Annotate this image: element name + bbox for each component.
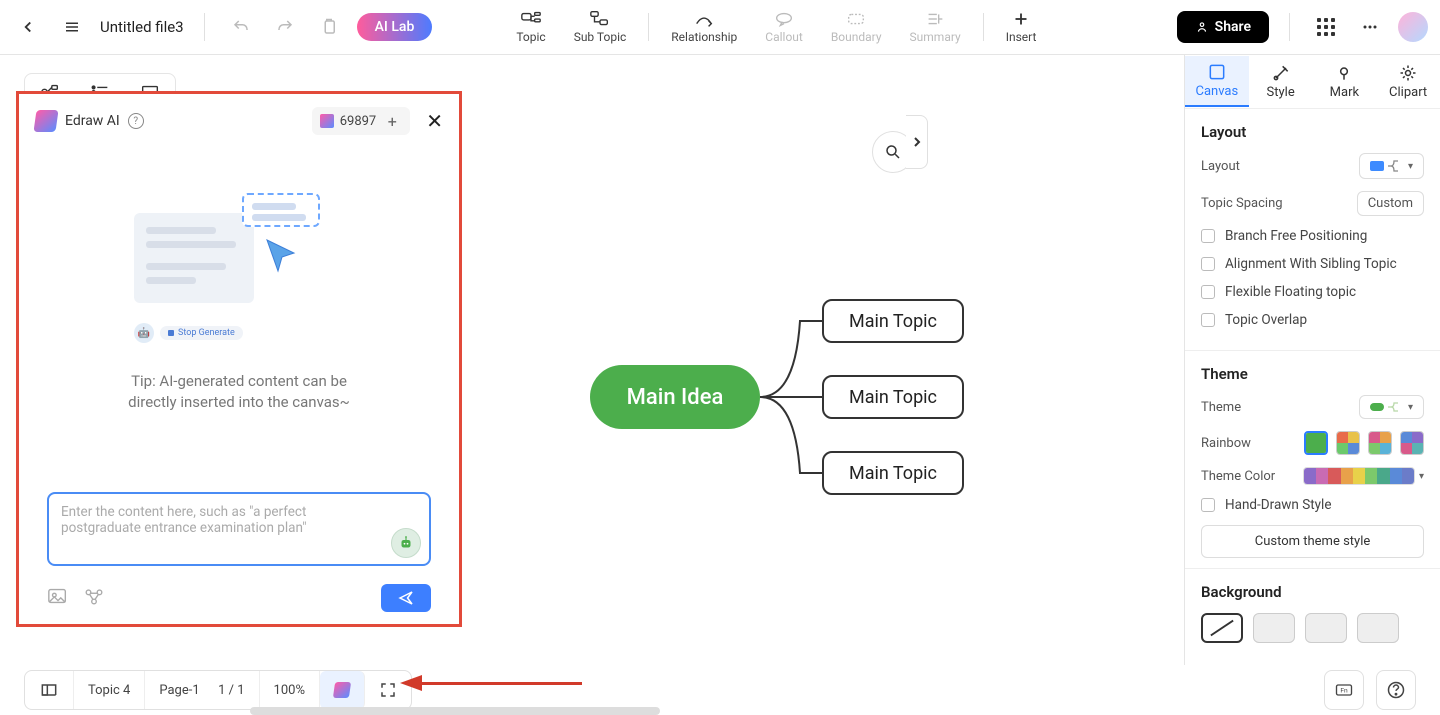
- theme-color-label: Theme Color: [1201, 469, 1275, 484]
- mindmap: Main Idea Main Topic Main Topic Main Top…: [570, 275, 990, 515]
- layout-selector[interactable]: ▾: [1359, 153, 1424, 179]
- checkbox-branch-free[interactable]: Branch Free Positioning: [1201, 228, 1424, 244]
- theme-section-title: Theme: [1201, 365, 1424, 383]
- checkbox-hand-drawn[interactable]: Hand-Drawn Style: [1201, 497, 1424, 513]
- ai-lab-button[interactable]: AI Lab: [357, 13, 433, 41]
- more-button[interactable]: [1354, 11, 1386, 43]
- divider: [983, 13, 984, 41]
- shortcuts-button[interactable]: Fn: [1324, 670, 1364, 710]
- page-indicator[interactable]: Page-1 1 / 1: [145, 671, 259, 709]
- topic-node[interactable]: Main Topic: [822, 451, 964, 495]
- bg-option[interactable]: [1253, 613, 1295, 643]
- send-button[interactable]: [381, 584, 431, 612]
- layout-section-title: Layout: [1201, 123, 1424, 141]
- tool-relationship[interactable]: Relationship: [657, 6, 751, 48]
- help-icon[interactable]: ?: [128, 113, 144, 129]
- bg-option-none[interactable]: [1201, 613, 1243, 643]
- redo-button[interactable]: [269, 11, 301, 43]
- add-credits-button[interactable]: +: [382, 111, 402, 131]
- rainbow-option[interactable]: [1400, 431, 1424, 455]
- image-input-icon[interactable]: [47, 586, 69, 610]
- menu-button[interactable]: [56, 11, 88, 43]
- expand-panel-button[interactable]: [906, 115, 928, 169]
- topic-node[interactable]: Main Topic: [822, 375, 964, 419]
- tool-boundary[interactable]: Boundary: [817, 6, 896, 48]
- topic-spacing-selector[interactable]: Custom: [1357, 191, 1424, 216]
- ai-tip-text: Tip: AI-generated content can be directl…: [128, 371, 350, 413]
- ai-assistant-avatar-icon[interactable]: [391, 528, 421, 558]
- file-title[interactable]: Untitled file3: [100, 18, 184, 36]
- cursor-icon: [262, 235, 302, 275]
- back-button[interactable]: [12, 11, 44, 43]
- tool-subtopic[interactable]: Sub Topic: [560, 6, 641, 48]
- help-button[interactable]: [1376, 670, 1416, 710]
- tab-clipart[interactable]: Clipart: [1376, 57, 1440, 106]
- tab-style[interactable]: Style: [1249, 57, 1313, 106]
- share-button[interactable]: Share: [1177, 11, 1269, 43]
- zoom-level[interactable]: 100%: [260, 671, 320, 709]
- rainbow-label: Rainbow: [1201, 436, 1251, 451]
- custom-theme-button[interactable]: Custom theme style: [1201, 525, 1424, 558]
- divider: [648, 13, 649, 41]
- tool-callout[interactable]: Callout: [751, 6, 817, 48]
- tab-mark[interactable]: Mark: [1313, 57, 1377, 106]
- properties-panel: Canvas Style Mark Clipart Layout Layout: [1184, 55, 1440, 665]
- status-bar: Topic 4 Page-1 1 / 1 100%: [24, 670, 412, 710]
- background-section-title: Background: [1201, 583, 1424, 601]
- edraw-ai-logo-icon: [33, 110, 58, 132]
- tool-summary[interactable]: Summary: [896, 6, 975, 48]
- topic-count[interactable]: Topic 4: [74, 671, 145, 709]
- bg-option[interactable]: [1305, 613, 1347, 643]
- layout-icon: [1370, 158, 1402, 174]
- horizontal-scrollbar[interactable]: [250, 707, 660, 715]
- rainbow-option[interactable]: [1368, 431, 1392, 455]
- undo-button[interactable]: [225, 11, 257, 43]
- robot-icon: 🤖: [134, 323, 154, 343]
- theme-icon: [1370, 400, 1402, 414]
- theme-selector[interactable]: ▾: [1359, 395, 1424, 419]
- ai-illustration: 🤖 Stop Generate: [134, 193, 344, 323]
- ai-toggle-button[interactable]: [320, 671, 365, 709]
- layout-label: Layout: [1201, 159, 1240, 174]
- ai-panel-title: Edraw AI: [65, 113, 120, 129]
- user-avatar[interactable]: [1398, 12, 1428, 42]
- canvas[interactable]: Edraw AI ? 69897 + ✕: [0, 55, 1184, 665]
- topic-node[interactable]: Main Topic: [822, 299, 964, 343]
- graph-input-icon[interactable]: [83, 586, 105, 610]
- bg-option[interactable]: [1357, 613, 1399, 643]
- tab-canvas[interactable]: Canvas: [1185, 56, 1249, 107]
- checkbox-topic-overlap[interactable]: Topic Overlap: [1201, 312, 1424, 328]
- credits-icon: [320, 114, 334, 128]
- credits-badge[interactable]: 69897 +: [312, 107, 411, 135]
- ai-prompt-input[interactable]: [47, 492, 431, 566]
- tool-topic[interactable]: Topic: [502, 6, 559, 48]
- checkbox-flexible-floating[interactable]: Flexible Floating topic: [1201, 284, 1424, 300]
- paste-button[interactable]: [313, 11, 345, 43]
- close-button[interactable]: ✕: [426, 109, 443, 133]
- theme-color-selector[interactable]: [1303, 467, 1415, 485]
- ai-panel: Edraw AI ? 69897 + ✕: [16, 91, 462, 627]
- root-node[interactable]: Main Idea: [590, 365, 760, 429]
- checkbox-alignment-sibling[interactable]: Alignment With Sibling Topic: [1201, 256, 1424, 272]
- svg-text:Fn: Fn: [1340, 687, 1348, 695]
- ai-icon: [333, 682, 351, 698]
- annotation-arrow: [392, 673, 592, 693]
- rainbow-option[interactable]: [1336, 431, 1360, 455]
- tool-insert[interactable]: Insert: [992, 6, 1051, 48]
- theme-label: Theme: [1201, 400, 1241, 415]
- topic-spacing-label: Topic Spacing: [1201, 196, 1283, 211]
- toolbar: Topic Sub Topic Relationship Callout Bou…: [502, 6, 1050, 48]
- rainbow-option[interactable]: [1304, 431, 1328, 455]
- apps-grid-button[interactable]: [1310, 11, 1342, 43]
- stop-generate-pill: Stop Generate: [160, 326, 243, 340]
- divider: [204, 13, 205, 41]
- outline-toggle[interactable]: [25, 671, 74, 709]
- divider: [1289, 13, 1290, 41]
